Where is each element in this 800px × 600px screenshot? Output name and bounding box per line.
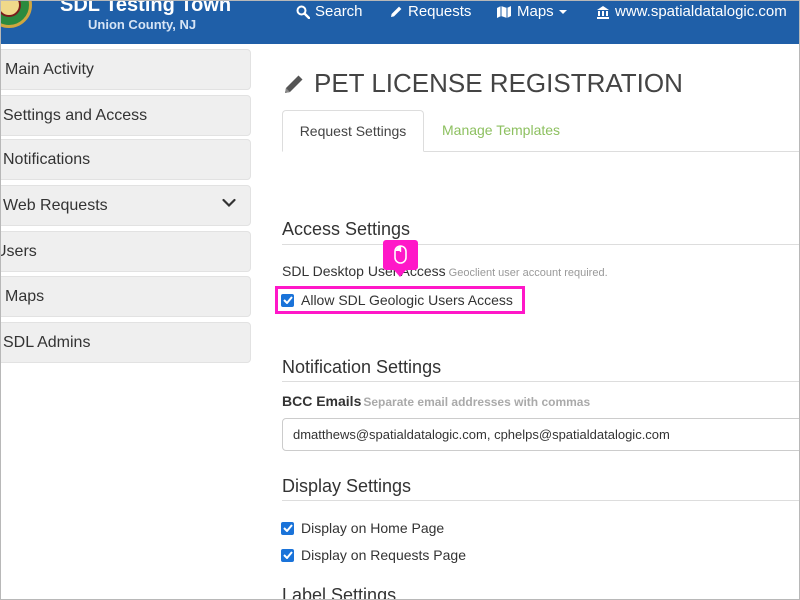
nav-requests-label: Requests: [408, 3, 472, 20]
town-seal-logo[interactable]: [0, 0, 32, 28]
sidebar-item-users[interactable]: Users: [0, 231, 251, 272]
desktop-access-help: Geoclient user account required.: [448, 267, 608, 279]
bank-icon: [597, 5, 609, 19]
section-divider: [282, 244, 800, 245]
desktop-access-text: SDL Desktop User Access: [282, 263, 446, 279]
access-settings-heading: Access Settings: [282, 219, 411, 239]
page-title: PET LICENSE REGISTRATION: [282, 68, 683, 99]
display-settings-heading: Display Settings: [282, 476, 412, 496]
sidebar-item-label: Notifications: [3, 150, 91, 168]
cursor-badge: [383, 240, 418, 277]
label-settings-heading: Label Settings: [282, 585, 397, 600]
tab-request-settings[interactable]: Request Settings: [282, 110, 424, 152]
display-requests-checkbox[interactable]: [281, 548, 294, 562]
map-icon: [497, 5, 511, 18]
page-title-text: PET LICENSE REGISTRATION: [314, 68, 683, 98]
sidebar-item-label: Settings and Access: [3, 106, 148, 124]
nav-search[interactable]: Search: [296, 3, 363, 20]
mouse-icon: [394, 245, 407, 264]
sidebar-item-label: Users: [0, 242, 37, 260]
caret-down-icon: [558, 9, 567, 14]
sidebar-item-web-requests[interactable]: Web Requests: [0, 185, 251, 226]
top-navbar: SDL Testing Town Union County, NJ Search…: [0, 0, 800, 44]
bcc-emails-input[interactable]: dmatthews@spatialdatalogic.com, cphelps@…: [282, 418, 800, 451]
pencil-icon: [391, 6, 402, 17]
desktop-access-label: SDL Desktop User Access Geoclient user ac…: [282, 263, 608, 279]
nav-maps-label: Maps: [517, 3, 554, 20]
display-home-label: Display on Home Page: [301, 520, 445, 536]
bcc-emails-text: BCC Emails: [282, 393, 362, 409]
click-highlight-box: [275, 286, 525, 314]
sidebar-item-maps[interactable]: Maps: [0, 276, 251, 317]
tabs-divider: [424, 151, 800, 152]
display-home-checkbox[interactable]: [281, 521, 294, 535]
sidebar-item-label: SDL Admins: [3, 333, 91, 351]
display-requests-option[interactable]: Display on Requests Page: [281, 547, 466, 563]
sidebar-item-sdl-admins[interactable]: SDL Admins: [0, 322, 251, 363]
checkmark-icon: [282, 524, 293, 532]
nav-website-label: www.spatialdatalogic.com: [615, 3, 787, 20]
nav-search-label: Search: [315, 3, 363, 20]
nav-requests[interactable]: Requests: [389, 3, 471, 20]
chevron-down-icon: [222, 198, 236, 208]
bcc-emails-label: BCC Emails Separate email addresses with …: [282, 393, 590, 409]
app-title[interactable]: SDL Testing Town: [60, 0, 231, 17]
nav-maps-dropdown[interactable]: Maps: [496, 3, 567, 20]
section-divider: [282, 381, 800, 382]
section-divider: [282, 500, 800, 501]
sidebar-item-label: Maps: [5, 287, 45, 305]
sidebar-item-notifications[interactable]: Notifications: [0, 139, 251, 180]
app-subtitle: Union County, NJ: [88, 17, 197, 32]
nav-website-link[interactable]: www.spatialdatalogic.com: [596, 3, 787, 20]
checkmark-icon: [282, 551, 293, 559]
sidebar-item-settings-and-access[interactable]: Settings and Access: [0, 95, 251, 136]
sidebar-item-label: Main Activity: [5, 60, 94, 78]
display-home-option[interactable]: Display on Home Page: [281, 520, 444, 536]
search-icon: [296, 5, 310, 19]
display-requests-label: Display on Requests Page: [301, 547, 466, 563]
sidebar-item-label: Web Requests: [3, 196, 108, 214]
pencil-icon: [285, 75, 303, 93]
sidebar-item-main-activity[interactable]: Main Activity: [0, 49, 251, 90]
notification-settings-heading: Notification Settings: [282, 357, 442, 377]
tab-manage-templates[interactable]: Manage Templates: [442, 122, 560, 138]
bcc-emails-help: Separate email addresses with commas: [363, 395, 591, 409]
